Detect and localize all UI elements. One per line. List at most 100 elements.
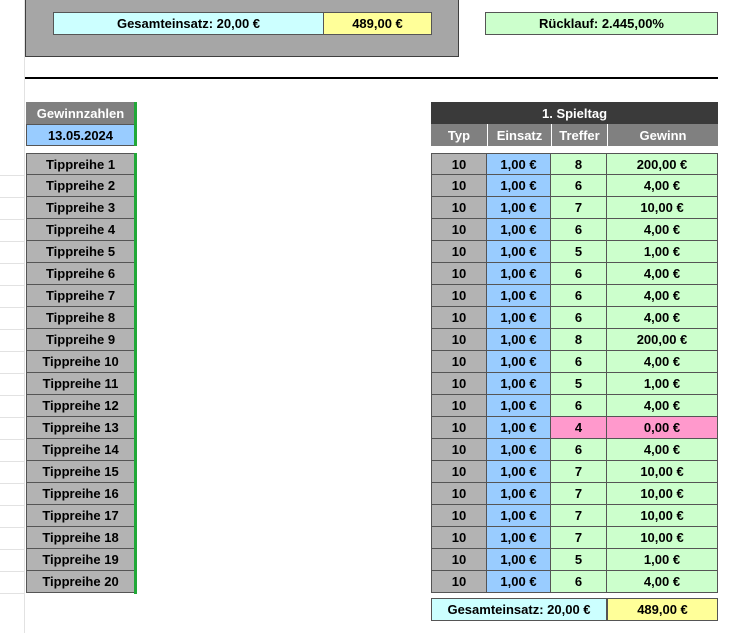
einsatz-cell[interactable]: 1,00 € bbox=[487, 197, 551, 219]
einsatz-cell[interactable]: 1,00 € bbox=[487, 395, 551, 417]
typ-cell[interactable]: 10 bbox=[431, 461, 487, 483]
einsatz-cell[interactable]: 1,00 € bbox=[487, 549, 551, 571]
tippreihe-label[interactable]: Tippreihe 3 bbox=[26, 197, 135, 219]
typ-cell[interactable]: 10 bbox=[431, 307, 487, 329]
tippreihe-label[interactable]: Tippreihe 19 bbox=[26, 549, 135, 571]
tippreihe-label[interactable]: Tippreihe 2 bbox=[26, 175, 135, 197]
treffer-cell[interactable]: 6 bbox=[551, 307, 607, 329]
gewinnzahlen-header[interactable]: Gewinnzahlen bbox=[26, 102, 135, 124]
einsatz-cell[interactable]: 1,00 € bbox=[487, 285, 551, 307]
summary-gesamteinsatz-label[interactable]: Gesamteinsatz: 20,00 € bbox=[53, 12, 324, 35]
einsatz-cell[interactable]: 1,00 € bbox=[487, 527, 551, 549]
spieltag-title[interactable]: 1. Spieltag bbox=[431, 102, 718, 124]
gewinn-cell[interactable]: 1,00 € bbox=[607, 241, 718, 263]
treffer-cell[interactable]: 6 bbox=[551, 175, 607, 197]
gewinn-cell[interactable]: 4,00 € bbox=[607, 263, 718, 285]
gewinn-cell[interactable]: 4,00 € bbox=[607, 285, 718, 307]
treffer-cell[interactable]: 6 bbox=[551, 571, 607, 593]
einsatz-cell[interactable]: 1,00 € bbox=[487, 571, 551, 593]
einsatz-cell[interactable]: 1,00 € bbox=[487, 241, 551, 263]
treffer-cell[interactable]: 8 bbox=[551, 329, 607, 351]
gewinn-cell[interactable]: 0,00 € bbox=[607, 417, 718, 439]
treffer-cell[interactable]: 6 bbox=[551, 351, 607, 373]
column-header-einsatz[interactable]: Einsatz bbox=[487, 124, 551, 146]
summary-gesamteinsatz-total[interactable]: 489,00 € bbox=[323, 12, 432, 35]
tippreihe-label[interactable]: Tippreihe 13 bbox=[26, 417, 135, 439]
treffer-cell[interactable]: 7 bbox=[551, 483, 607, 505]
gewinn-cell[interactable]: 10,00 € bbox=[607, 505, 718, 527]
gewinn-cell[interactable]: 4,00 € bbox=[607, 219, 718, 241]
typ-cell[interactable]: 10 bbox=[431, 549, 487, 571]
einsatz-cell[interactable]: 1,00 € bbox=[487, 307, 551, 329]
column-header-treffer[interactable]: Treffer bbox=[551, 124, 607, 146]
typ-cell[interactable]: 10 bbox=[431, 153, 487, 175]
treffer-cell[interactable]: 6 bbox=[551, 263, 607, 285]
treffer-cell[interactable]: 7 bbox=[551, 461, 607, 483]
treffer-cell[interactable]: 6 bbox=[551, 219, 607, 241]
treffer-cell[interactable]: 5 bbox=[551, 241, 607, 263]
treffer-cell[interactable]: 4 bbox=[551, 417, 607, 439]
einsatz-cell[interactable]: 1,00 € bbox=[487, 439, 551, 461]
treffer-cell[interactable]: 7 bbox=[551, 527, 607, 549]
gewinn-cell[interactable]: 1,00 € bbox=[607, 373, 718, 395]
einsatz-cell[interactable]: 1,00 € bbox=[487, 329, 551, 351]
gewinn-cell[interactable]: 4,00 € bbox=[607, 395, 718, 417]
gewinn-cell[interactable]: 10,00 € bbox=[607, 483, 718, 505]
tippreihe-label[interactable]: Tippreihe 18 bbox=[26, 527, 135, 549]
tippreihe-label[interactable]: Tippreihe 16 bbox=[26, 483, 135, 505]
typ-cell[interactable]: 10 bbox=[431, 263, 487, 285]
footer-gesamteinsatz-total[interactable]: 489,00 € bbox=[607, 598, 718, 621]
typ-cell[interactable]: 10 bbox=[431, 373, 487, 395]
tippreihe-label[interactable]: Tippreihe 9 bbox=[26, 329, 135, 351]
einsatz-cell[interactable]: 1,00 € bbox=[487, 175, 551, 197]
gewinn-cell[interactable]: 10,00 € bbox=[607, 527, 718, 549]
einsatz-cell[interactable]: 1,00 € bbox=[487, 461, 551, 483]
typ-cell[interactable]: 10 bbox=[431, 395, 487, 417]
einsatz-cell[interactable]: 1,00 € bbox=[487, 263, 551, 285]
typ-cell[interactable]: 10 bbox=[431, 571, 487, 593]
gewinn-cell[interactable]: 4,00 € bbox=[607, 175, 718, 197]
gewinn-cell[interactable]: 200,00 € bbox=[607, 329, 718, 351]
tippreihe-label[interactable]: Tippreihe 17 bbox=[26, 505, 135, 527]
tippreihe-label[interactable]: Tippreihe 14 bbox=[26, 439, 135, 461]
typ-cell[interactable]: 10 bbox=[431, 197, 487, 219]
treffer-cell[interactable]: 8 bbox=[551, 153, 607, 175]
treffer-cell[interactable]: 5 bbox=[551, 373, 607, 395]
tippreihe-label[interactable]: Tippreihe 6 bbox=[26, 263, 135, 285]
tippreihe-label[interactable]: Tippreihe 8 bbox=[26, 307, 135, 329]
tippreihe-label[interactable]: Tippreihe 1 bbox=[26, 153, 135, 175]
typ-cell[interactable]: 10 bbox=[431, 241, 487, 263]
tippreihe-label[interactable]: Tippreihe 5 bbox=[26, 241, 135, 263]
einsatz-cell[interactable]: 1,00 € bbox=[487, 505, 551, 527]
gewinn-cell[interactable]: 10,00 € bbox=[607, 197, 718, 219]
tippreihe-label[interactable]: Tippreihe 20 bbox=[26, 571, 135, 593]
typ-cell[interactable]: 10 bbox=[431, 483, 487, 505]
gewinn-cell[interactable]: 4,00 € bbox=[607, 571, 718, 593]
einsatz-cell[interactable]: 1,00 € bbox=[487, 483, 551, 505]
einsatz-cell[interactable]: 1,00 € bbox=[487, 219, 551, 241]
typ-cell[interactable]: 10 bbox=[431, 417, 487, 439]
typ-cell[interactable]: 10 bbox=[431, 175, 487, 197]
gewinn-cell[interactable]: 200,00 € bbox=[607, 153, 718, 175]
typ-cell[interactable]: 10 bbox=[431, 285, 487, 307]
gewinnzahlen-date[interactable]: 13.05.2024 bbox=[26, 124, 135, 146]
tippreihe-label[interactable]: Tippreihe 10 bbox=[26, 351, 135, 373]
tippreihe-label[interactable]: Tippreihe 4 bbox=[26, 219, 135, 241]
tippreihe-label[interactable]: Tippreihe 15 bbox=[26, 461, 135, 483]
treffer-cell[interactable]: 6 bbox=[551, 285, 607, 307]
column-header-gewinn[interactable]: Gewinn bbox=[607, 124, 718, 146]
typ-cell[interactable]: 10 bbox=[431, 527, 487, 549]
treffer-cell[interactable]: 5 bbox=[551, 549, 607, 571]
tippreihe-label[interactable]: Tippreihe 12 bbox=[26, 395, 135, 417]
footer-gesamteinsatz-label[interactable]: Gesamteinsatz: 20,00 € bbox=[431, 598, 607, 621]
tippreihe-label[interactable]: Tippreihe 7 bbox=[26, 285, 135, 307]
column-header-typ[interactable]: Typ bbox=[431, 124, 487, 146]
treffer-cell[interactable]: 7 bbox=[551, 197, 607, 219]
einsatz-cell[interactable]: 1,00 € bbox=[487, 417, 551, 439]
einsatz-cell[interactable]: 1,00 € bbox=[487, 351, 551, 373]
gewinn-cell[interactable]: 4,00 € bbox=[607, 307, 718, 329]
treffer-cell[interactable]: 7 bbox=[551, 505, 607, 527]
gewinn-cell[interactable]: 4,00 € bbox=[607, 439, 718, 461]
einsatz-cell[interactable]: 1,00 € bbox=[487, 153, 551, 175]
ruecklauf-cell[interactable]: Rücklauf: 2.445,00% bbox=[485, 12, 718, 35]
